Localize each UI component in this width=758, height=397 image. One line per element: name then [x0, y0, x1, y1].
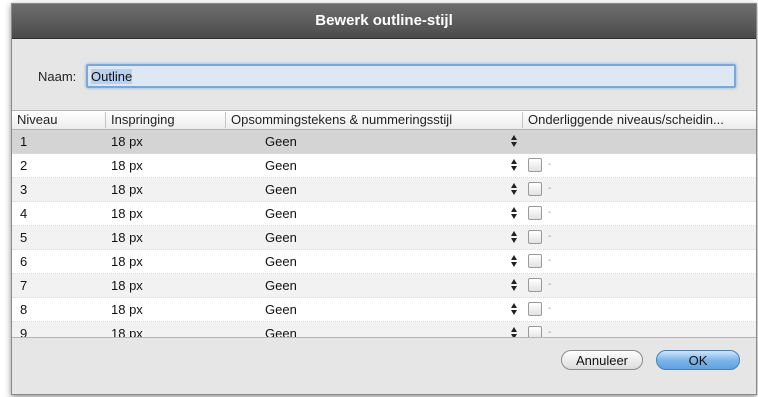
level-cell: 2 — [20, 158, 28, 173]
table-header: Niveau Inspringing Opsommingstekens & nu… — [12, 111, 756, 130]
up-down-stepper-icon[interactable] — [510, 133, 519, 149]
indent-cell[interactable]: 18 px — [111, 278, 143, 293]
cancel-button[interactable]: Annuleer — [561, 350, 643, 370]
sublevel-checkbox[interactable] — [528, 278, 542, 292]
column-header-indent[interactable]: Inspringing — [105, 112, 175, 128]
separator-text: - — [548, 255, 552, 266]
bullet-style-select[interactable]: Geen — [265, 182, 297, 197]
edit-outline-style-dialog: Bewerk outline-stijl Naam: Outline Nivea… — [11, 3, 757, 395]
separator-text: - — [548, 159, 552, 170]
indent-cell[interactable]: 18 px — [111, 230, 143, 245]
up-down-stepper-icon[interactable] — [510, 277, 519, 293]
column-header-sublevels[interactable]: Onderliggende niveaus/scheidin... — [522, 112, 724, 128]
separator-text: - — [548, 279, 552, 290]
sublevel-checkbox[interactable] — [528, 158, 542, 172]
indent-cell[interactable]: 18 px — [111, 134, 143, 149]
table-row[interactable]: 7 18 px Geen - — [12, 274, 756, 298]
level-cell: 9 — [20, 326, 28, 338]
table-row[interactable]: 5 18 px Geen - — [12, 226, 756, 250]
up-down-stepper-icon[interactable] — [510, 229, 519, 245]
indent-cell[interactable]: 18 px — [111, 254, 143, 269]
indent-cell[interactable]: 18 px — [111, 206, 143, 221]
up-down-stepper-icon[interactable] — [510, 205, 519, 221]
level-cell: 6 — [20, 254, 28, 269]
sublevel-checkbox[interactable] — [528, 326, 542, 337]
table-row[interactable]: 4 18 px Geen - — [12, 202, 756, 226]
sublevel-checkbox[interactable] — [528, 302, 542, 316]
separator-text: - — [548, 327, 552, 338]
table-row[interactable]: 8 18 px Geen - — [12, 298, 756, 322]
up-down-stepper-icon[interactable] — [510, 301, 519, 317]
indent-cell[interactable]: 18 px — [111, 326, 143, 337]
dialog-title: Bewerk outline-stijl — [12, 4, 756, 39]
name-input[interactable]: Outline — [86, 64, 736, 88]
name-row: Naam: Outline — [12, 62, 756, 92]
ok-button[interactable]: OK — [656, 350, 740, 370]
level-cell: 1 — [20, 134, 28, 149]
up-down-stepper-icon[interactable] — [510, 181, 519, 197]
separator-text: - — [548, 231, 552, 242]
table-row[interactable]: 1 18 px Geen — [12, 130, 756, 154]
separator-text: - — [548, 303, 552, 314]
name-input-value: Outline — [91, 69, 133, 84]
table-row[interactable]: 6 18 px Geen - — [12, 250, 756, 274]
name-label: Naam: — [38, 69, 77, 84]
level-cell: 8 — [20, 302, 28, 317]
separator-text: - — [548, 207, 552, 218]
sublevel-checkbox[interactable] — [528, 206, 542, 220]
table-row[interactable]: 2 18 px Geen - — [12, 154, 756, 178]
level-cell: 5 — [20, 230, 28, 245]
bullet-style-select[interactable]: Geen — [265, 134, 297, 149]
dialog-footer: Annuleer OK — [12, 344, 756, 374]
up-down-stepper-icon[interactable] — [510, 157, 519, 173]
sublevel-checkbox[interactable] — [528, 230, 542, 244]
bullet-style-select[interactable]: Geen — [265, 302, 297, 317]
level-cell: 3 — [20, 182, 28, 197]
indent-cell[interactable]: 18 px — [111, 302, 143, 317]
column-header-level[interactable]: Niveau — [17, 112, 57, 127]
level-cell: 4 — [20, 206, 28, 221]
up-down-stepper-icon[interactable] — [510, 325, 519, 337]
bullet-style-select[interactable]: Geen — [265, 206, 297, 221]
separator-text: - — [548, 183, 552, 194]
table-row[interactable]: 3 18 px Geen - — [12, 178, 756, 202]
bullet-style-select[interactable]: Geen — [265, 158, 297, 173]
bullet-style-select[interactable]: Geen — [265, 230, 297, 245]
indent-cell[interactable]: 18 px — [111, 182, 143, 197]
level-cell: 7 — [20, 278, 28, 293]
indent-cell[interactable]: 18 px — [111, 158, 143, 173]
table-body: 1 18 px Geen 2 18 px Geen - 3 18 px Geen - 4 18 px Ge… — [12, 130, 756, 338]
bullet-style-select[interactable]: Geen — [265, 278, 297, 293]
bullet-style-select[interactable]: Geen — [265, 254, 297, 269]
column-header-bullet-style[interactable]: Opsommingstekens & nummeringsstijl — [225, 112, 452, 128]
sublevel-checkbox[interactable] — [528, 254, 542, 268]
table-row[interactable]: 9 18 px Geen - — [12, 322, 756, 338]
up-down-stepper-icon[interactable] — [510, 253, 519, 269]
outline-levels-table: Niveau Inspringing Opsommingstekens & nu… — [12, 110, 756, 338]
sublevel-checkbox[interactable] — [528, 182, 542, 196]
bullet-style-select[interactable]: Geen — [265, 326, 297, 337]
